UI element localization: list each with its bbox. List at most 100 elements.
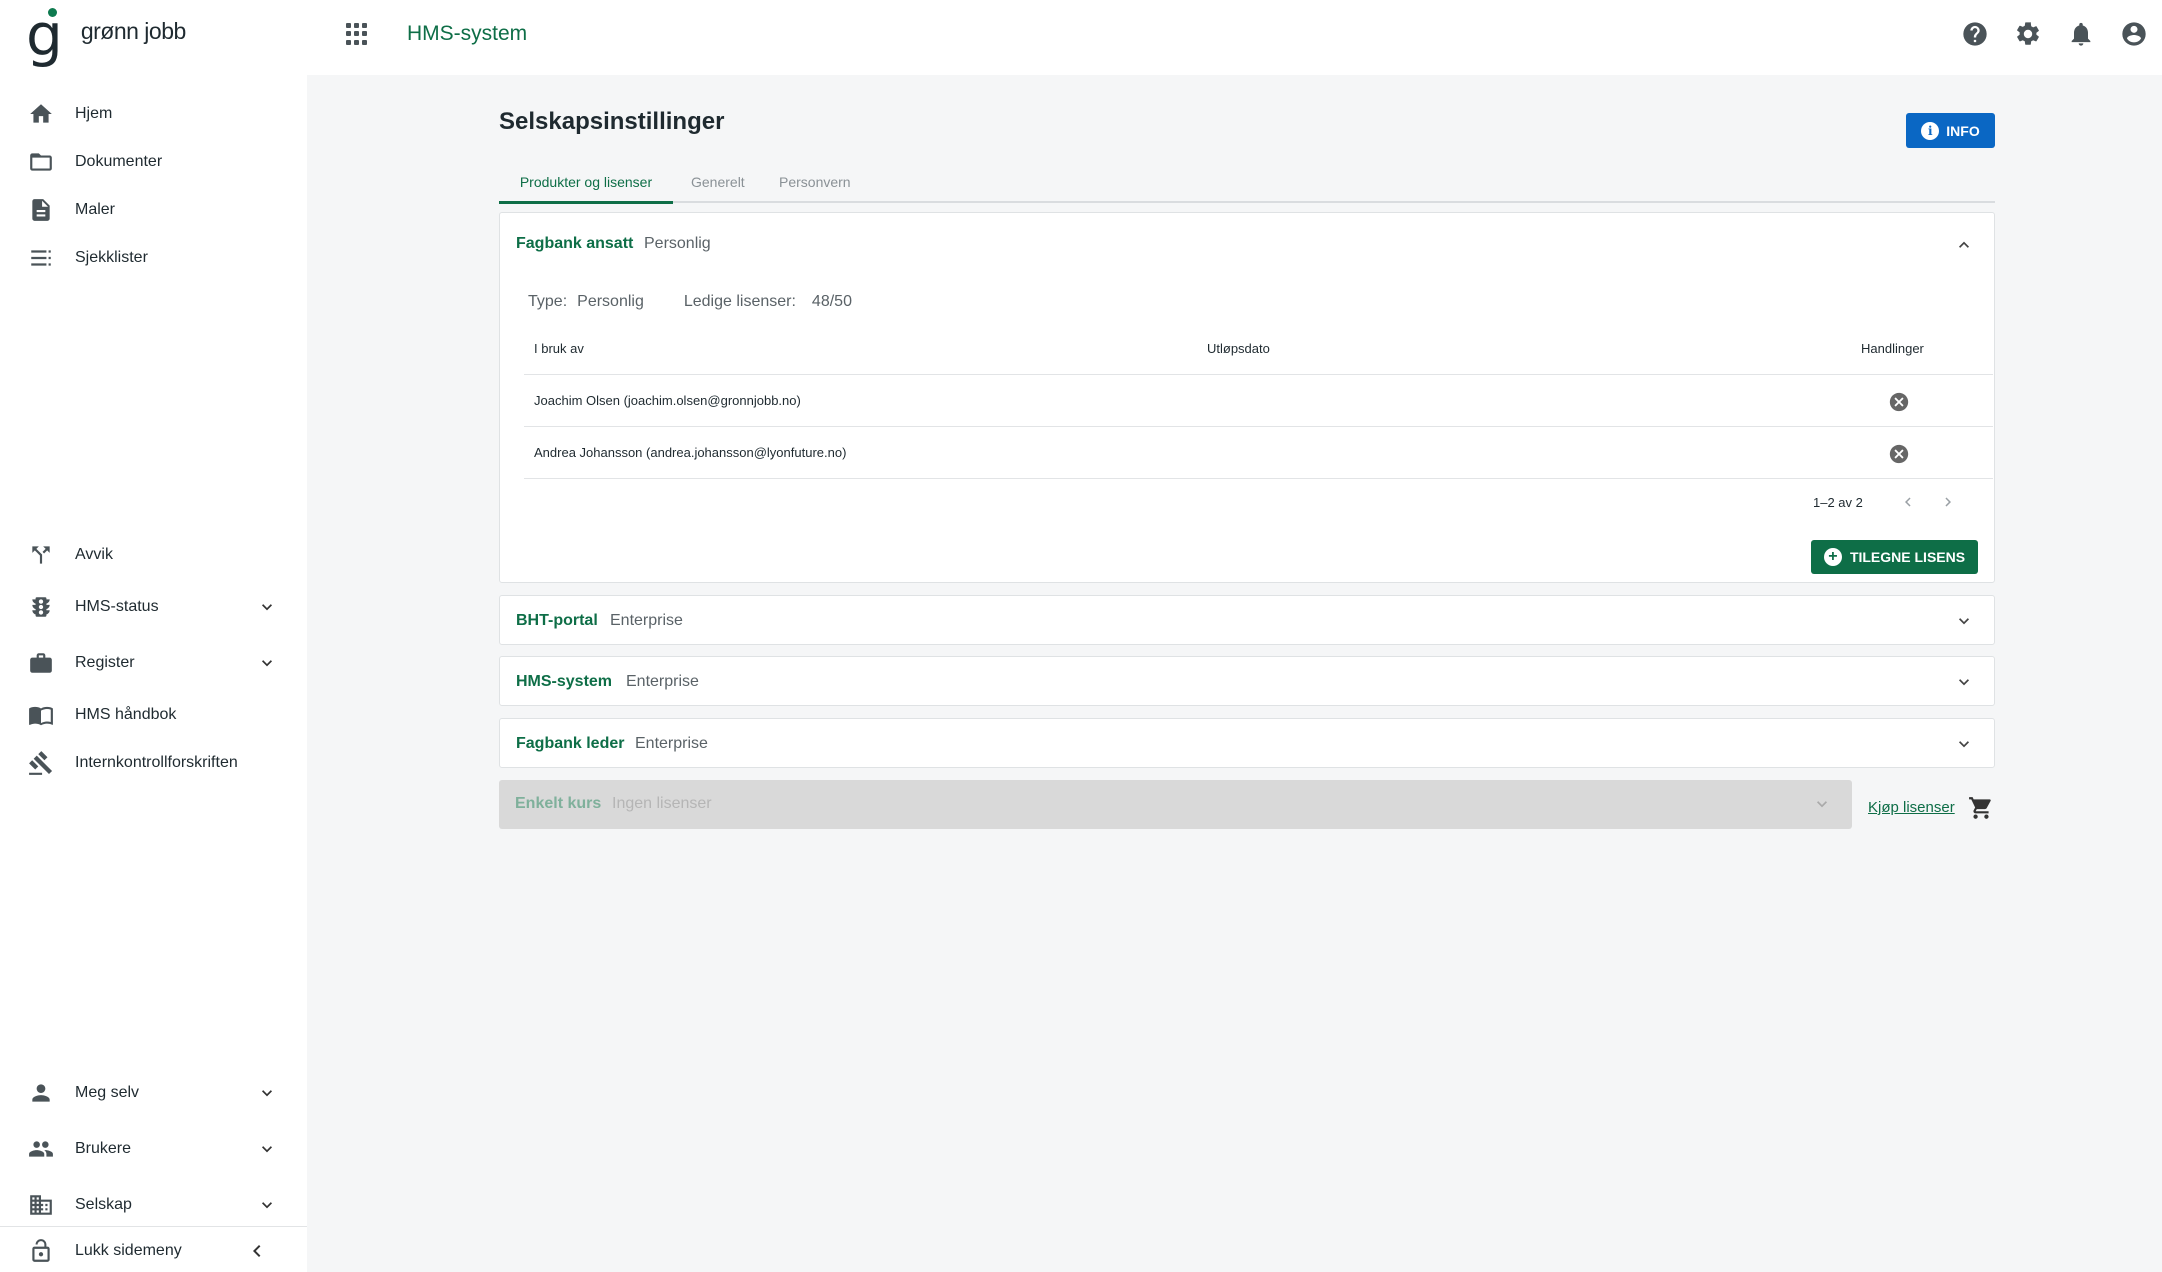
product-type: Personlig — [644, 235, 711, 252]
sidebar-item-label: Hjem — [75, 105, 113, 122]
checklist-icon — [28, 245, 54, 271]
sidebar-item-internkontrollforskriften[interactable]: Internkontrollforskriften — [0, 741, 307, 785]
license-user: Andrea Johansson (andrea.johansson@lyonf… — [534, 445, 847, 460]
sidebar-item-meg-selv[interactable]: Meg selv — [0, 1071, 307, 1115]
sidebar-item-avvik[interactable]: Avvik — [0, 533, 307, 577]
lock-icon — [28, 1238, 54, 1264]
assign-license-button[interactable]: + TILEGNE LISENS — [1811, 540, 1978, 574]
tab-generelt[interactable]: Generelt — [691, 161, 745, 203]
chevron-down-icon[interactable] — [257, 653, 277, 673]
accordion-header[interactable]: Fagbank ansatt Personlig — [500, 213, 1994, 278]
app-title: HMS-system — [407, 22, 528, 45]
product-type: Enterprise — [635, 735, 708, 752]
product-name: HMS-system — [516, 673, 613, 690]
sidebar-collapse[interactable]: Lukk sidemeny — [0, 1229, 307, 1272]
chevron-up-icon[interactable] — [1954, 235, 1974, 255]
type-value: Personlig — [577, 293, 644, 310]
chevron-down-icon[interactable] — [1954, 734, 1974, 754]
chevron-left-icon[interactable] — [245, 1239, 269, 1263]
sidebar-item-label: HMS-status — [75, 598, 159, 615]
product-name: BHT-portal — [516, 612, 598, 629]
pagination-label: 1–2 av 2 — [1813, 495, 1863, 510]
sidebar-item-dokumenter[interactable]: Dokumenter — [0, 140, 307, 184]
chevron-down-icon[interactable] — [257, 1083, 277, 1103]
licenses-label: Ledige lisenser: — [683, 293, 796, 310]
account-circle-icon[interactable] — [2120, 20, 2148, 48]
license-table-header: I bruk av Utløpsdato Handlinger — [524, 325, 1993, 375]
chevron-down-icon[interactable] — [257, 1195, 277, 1215]
apps-grid-icon[interactable] — [346, 23, 368, 45]
product-accordion-fagbank-ansatt: Fagbank ansatt Personlig Type: Personlig… — [499, 212, 1995, 583]
page-title: Selskapsinstillinger — [499, 108, 725, 135]
product-name: Fagbank leder — [516, 735, 625, 752]
add-circle-icon: + — [1823, 548, 1842, 566]
product-type: Enterprise — [626, 673, 699, 690]
table-row: Joachim Olsen (joachim.olsen@gronnjobb.n… — [524, 375, 1993, 427]
chevron-down-icon — [1812, 794, 1832, 814]
brand-logo[interactable]: g grønn jobb — [26, 6, 186, 64]
type-label: Type: — [528, 293, 568, 310]
chevron-down-icon[interactable] — [257, 1139, 277, 1159]
people-icon — [28, 1136, 54, 1162]
sidebar-item-label: Dokumenter — [75, 153, 163, 170]
briefcase-icon — [28, 650, 54, 676]
license-meta: Type: Personlig Ledige lisenser: 48/50 — [528, 293, 852, 311]
info-button[interactable]: i INFO — [1906, 113, 1995, 148]
chevron-down-icon[interactable] — [1954, 611, 1974, 631]
remove-license-icon[interactable] — [1888, 391, 1910, 413]
sidebar-divider — [0, 1226, 307, 1227]
tab-produkter-og-lisenser[interactable]: Produkter og lisenser — [499, 161, 673, 204]
info-icon: i — [1921, 121, 1940, 140]
book-icon — [28, 702, 54, 728]
chevron-right-icon[interactable] — [1939, 493, 1957, 511]
product-accordion-hms-system[interactable]: HMS-system Enterprise — [499, 656, 1995, 706]
brand-name: grønn jobb — [80, 17, 186, 44]
sidebar-item-hms-status[interactable]: HMS-status — [0, 585, 307, 629]
product-type: Enterprise — [610, 612, 683, 629]
remove-license-icon[interactable] — [1888, 443, 1910, 465]
traffic-light-icon — [28, 594, 54, 620]
chevron-down-icon[interactable] — [1954, 672, 1974, 692]
product-type: Ingen lisenser — [612, 795, 712, 812]
sidebar: Hjem Dokumenter Maler Sjekklister Avvik … — [0, 75, 307, 1272]
product-accordion-enkelt-kurs: Enkelt kurs Ingen lisenser — [499, 780, 1852, 829]
assign-license-label: TILEGNE LISENS — [1849, 549, 1966, 565]
licenses-value: 48/50 — [811, 293, 852, 310]
sidebar-item-sjekklister[interactable]: Sjekklister — [0, 236, 307, 280]
product-accordion-bht-portal[interactable]: BHT-portal Enterprise — [499, 595, 1995, 645]
sidebar-collapse-label: Lukk sidemeny — [75, 1242, 182, 1259]
column-header-user: I bruk av — [534, 341, 584, 356]
notifications-bell-icon[interactable] — [2067, 20, 2095, 48]
column-header-actions: Handlinger — [1861, 341, 1924, 356]
sidebar-item-label: Meg selv — [75, 1084, 140, 1101]
home-icon — [28, 101, 54, 127]
logo-mark: g — [26, 1, 63, 69]
settings-gear-icon[interactable] — [2014, 20, 2042, 48]
document-icon — [28, 197, 54, 223]
shopping-cart-icon[interactable] — [1968, 795, 1994, 821]
sidebar-item-label: Sjekklister — [75, 249, 148, 266]
sidebar-item-selskap[interactable]: Selskap — [0, 1183, 307, 1227]
sidebar-item-hms-handbok[interactable]: HMS håndbok — [0, 693, 307, 737]
buy-licenses-link[interactable]: Kjøp lisenser — [1868, 799, 1955, 816]
sidebar-item-maler[interactable]: Maler — [0, 188, 307, 232]
help-icon[interactable] — [1961, 20, 1989, 48]
fork-icon — [28, 542, 54, 568]
settings-tabs: Produkter og lisenser Generelt Personver… — [499, 161, 1995, 204]
top-bar: g grønn jobb HMS-system — [0, 0, 2162, 75]
logo-dot — [48, 8, 57, 17]
product-accordion-fagbank-leder[interactable]: Fagbank leder Enterprise — [499, 718, 1995, 768]
sidebar-item-brukere[interactable]: Brukere — [0, 1127, 307, 1171]
sidebar-item-label: Register — [75, 654, 135, 671]
chevron-down-icon[interactable] — [257, 597, 277, 617]
sidebar-item-register[interactable]: Register — [0, 641, 307, 685]
product-name: Fagbank ansatt — [516, 235, 634, 252]
tab-personvern[interactable]: Personvern — [779, 161, 851, 203]
chevron-left-icon[interactable] — [1899, 493, 1917, 511]
building-icon — [28, 1192, 54, 1218]
table-row: Andrea Johansson (andrea.johansson@lyonf… — [524, 427, 1993, 479]
sidebar-item-label: Avvik — [75, 546, 113, 563]
top-actions — [1961, 20, 2148, 48]
sidebar-item-hjem[interactable]: Hjem — [0, 92, 307, 136]
gavel-icon — [28, 750, 54, 776]
